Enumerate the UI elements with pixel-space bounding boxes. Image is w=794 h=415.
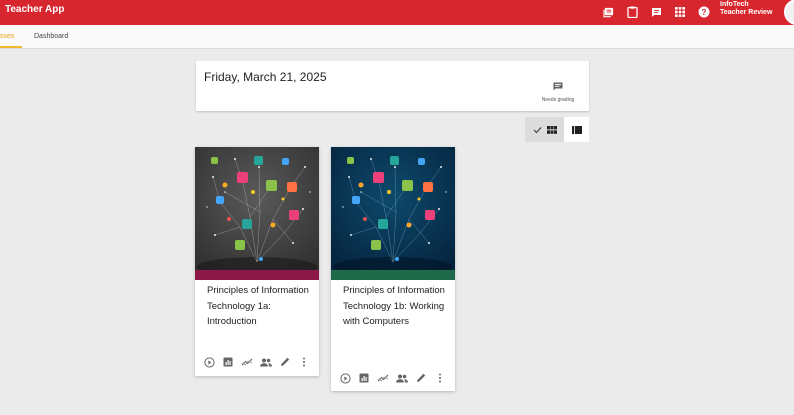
list-view-button[interactable] [564, 117, 589, 142]
feedback-icon[interactable] [648, 4, 664, 20]
check-icon [533, 126, 541, 133]
tab-classes[interactable]: sses [0, 33, 14, 40]
course-title[interactable]: Principles of Information Technology 1b:… [343, 283, 448, 330]
list-view-icon [571, 125, 582, 134]
course-color-stripe [195, 270, 319, 280]
people-icon[interactable] [259, 355, 273, 369]
top-app-bar: Teacher App ? InfoTech Teacher Review [0, 0, 794, 25]
course-image [195, 147, 319, 270]
course-card[interactable]: Principles of Information Technology 1b:… [331, 147, 455, 391]
more-vert-icon[interactable] [433, 371, 447, 385]
apps-grid-icon[interactable] [672, 4, 688, 20]
tab-dashboard[interactable]: Dashboard [34, 33, 68, 40]
needs-grading-icon [553, 82, 563, 91]
app-title: Teacher App [5, 4, 65, 15]
grid-view-button[interactable] [525, 117, 564, 142]
tab-bar: sses Dashboard [0, 25, 794, 49]
library-icon[interactable] [600, 4, 616, 20]
clipboard-icon[interactable] [624, 4, 640, 20]
current-date: Friday, March 21, 2025 [204, 70, 327, 84]
trending-icon[interactable] [240, 355, 254, 369]
course-actions [338, 371, 447, 385]
play-circle-icon[interactable] [338, 371, 352, 385]
user-name[interactable]: InfoTech Teacher Review [720, 1, 772, 17]
course-title[interactable]: Principles of Information Technology 1a:… [207, 283, 312, 330]
grid-view-icon [546, 125, 557, 134]
report-icon[interactable] [221, 355, 235, 369]
play-circle-icon[interactable] [202, 355, 216, 369]
avatar[interactable] [784, 0, 794, 25]
view-toggle [525, 117, 589, 142]
report-icon[interactable] [357, 371, 371, 385]
people-icon[interactable] [395, 371, 409, 385]
needs-grading-button[interactable]: Needs grading [538, 78, 578, 103]
user-name-line2: Teacher Review [720, 9, 773, 16]
course-image [331, 147, 455, 270]
edit-icon[interactable] [414, 371, 428, 385]
header-toolbar: ? [600, 4, 712, 20]
date-card: Friday, March 21, 2025 Needs grading [196, 61, 589, 111]
svg-text:?: ? [702, 8, 707, 17]
course-actions [202, 355, 311, 369]
course-color-stripe [331, 270, 455, 280]
trending-icon[interactable] [376, 371, 390, 385]
user-name-line1: InfoTech [720, 1, 749, 8]
active-tab-indicator [0, 46, 22, 48]
more-vert-icon[interactable] [297, 355, 311, 369]
course-card[interactable]: Principles of Information Technology 1a:… [195, 147, 319, 376]
needs-grading-label: Needs grading [541, 97, 575, 103]
help-icon[interactable]: ? [696, 4, 712, 20]
edit-icon[interactable] [278, 355, 292, 369]
